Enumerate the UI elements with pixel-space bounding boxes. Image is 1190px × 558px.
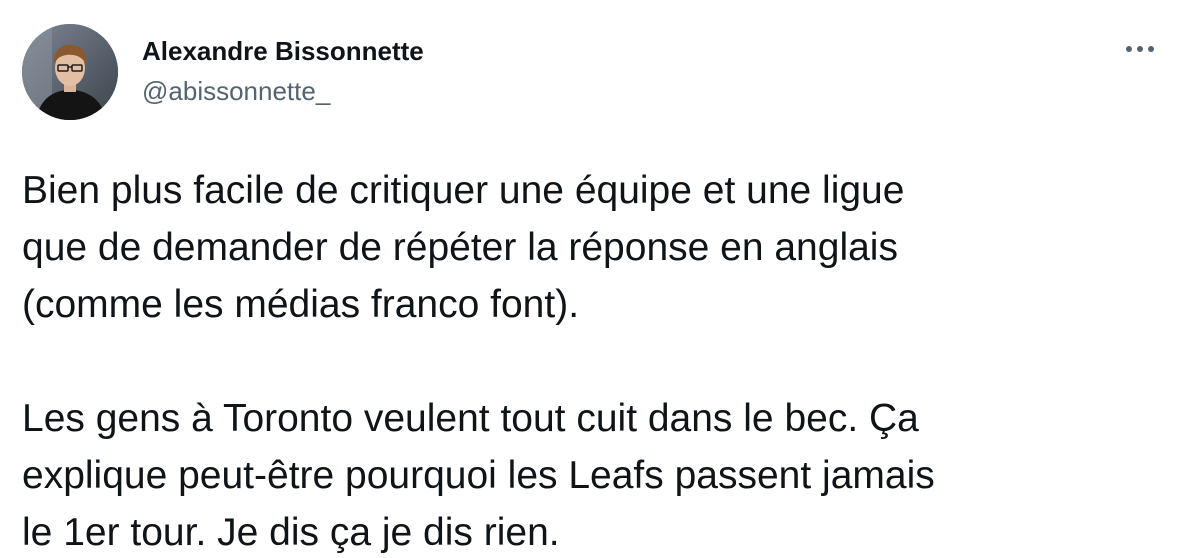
tweet-line: explique peut-être pourquoi les Leafs pa…: [22, 454, 935, 497]
author-handle[interactable]: @abissonnette_: [142, 76, 330, 106]
more-horizontal-icon-dot: [1137, 46, 1143, 52]
tweet-line: que de demander de répéter la réponse en…: [22, 226, 898, 269]
tweet-line: Les gens à Toronto veulent tout cuit dan…: [22, 397, 919, 440]
avatar[interactable]: [22, 24, 118, 120]
tweet-paragraph: Bien plus facile de critiquer une équipe…: [22, 162, 1172, 333]
tweet-text: Bien plus facile de critiquer une équipe…: [22, 162, 1172, 558]
tweet-line: (comme les médias franco font).: [22, 283, 580, 326]
tweet-line: le 1er tour. Je dis ça je dis rien.: [22, 511, 560, 554]
tweet-paragraph: Les gens à Toronto veulent tout cuit dan…: [22, 390, 1172, 558]
more-horizontal-icon-dot: [1148, 46, 1154, 52]
avatar-photo: [22, 24, 118, 120]
more-options-button[interactable]: [1118, 34, 1162, 64]
more-horizontal-icon: [1126, 46, 1132, 52]
author-display-name[interactable]: Alexandre Bissonnette: [142, 36, 424, 66]
tweet-card: Alexandre Bissonnette @abissonnette_ Bie…: [0, 0, 1190, 558]
tweet-line: Bien plus facile de critiquer une équipe…: [22, 169, 905, 212]
